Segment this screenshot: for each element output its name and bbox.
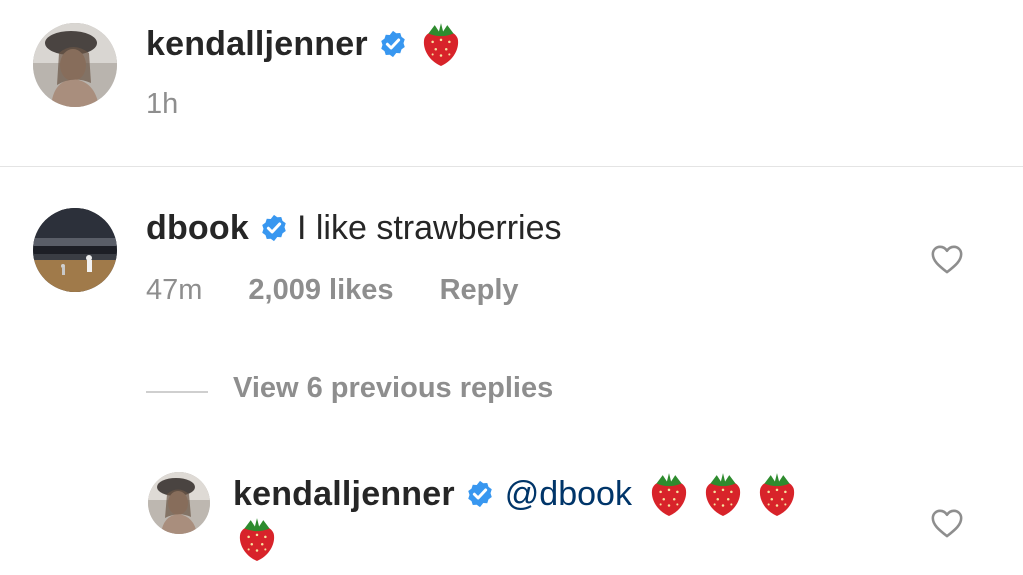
avatar[interactable] [33,23,117,107]
verified-icon [262,214,286,242]
comment-line: dbook I like strawberries [146,206,562,250]
reply-username[interactable]: kendalljenner [233,475,455,514]
comment-likes-count[interactable]: 2,009 likes [248,274,393,307]
divider [0,166,1023,167]
avatar-photo [148,472,210,534]
avatar-photo [33,23,117,107]
view-previous-replies-button[interactable]: View 6 previous replies [233,372,553,405]
caption-timestamp: 1h [146,88,179,120]
avatar[interactable] [148,472,210,534]
view-replies-line [146,391,208,393]
heart-icon[interactable] [930,243,964,275]
reply-button[interactable]: Reply [440,274,519,307]
mention-link[interactable]: @dbook [505,475,632,514]
caption-header: kendalljenner [146,22,462,66]
strawberry-icon [651,473,687,516]
avatar[interactable] [33,208,117,292]
avatar-photo [33,208,117,292]
verified-icon [468,480,492,508]
strawberry-icon [705,473,741,516]
reply-line: kendalljenner @dbook [233,470,798,518]
verified-icon [381,30,405,58]
comment-timestamp: 47m [146,274,203,306]
caption-username[interactable]: kendalljenner [146,25,368,64]
strawberry-icon [239,518,275,561]
comment-meta: 47m 2,009 likes Reply [146,274,519,307]
heart-icon[interactable] [930,507,964,539]
comment-text: I like strawberries [296,208,562,247]
comments-screen: kendalljenner 1h dbook I like strawberri… [0,0,1023,575]
comment-username[interactable]: dbook [146,209,249,248]
strawberry-icon [759,473,795,516]
strawberry-icon [423,23,458,66]
